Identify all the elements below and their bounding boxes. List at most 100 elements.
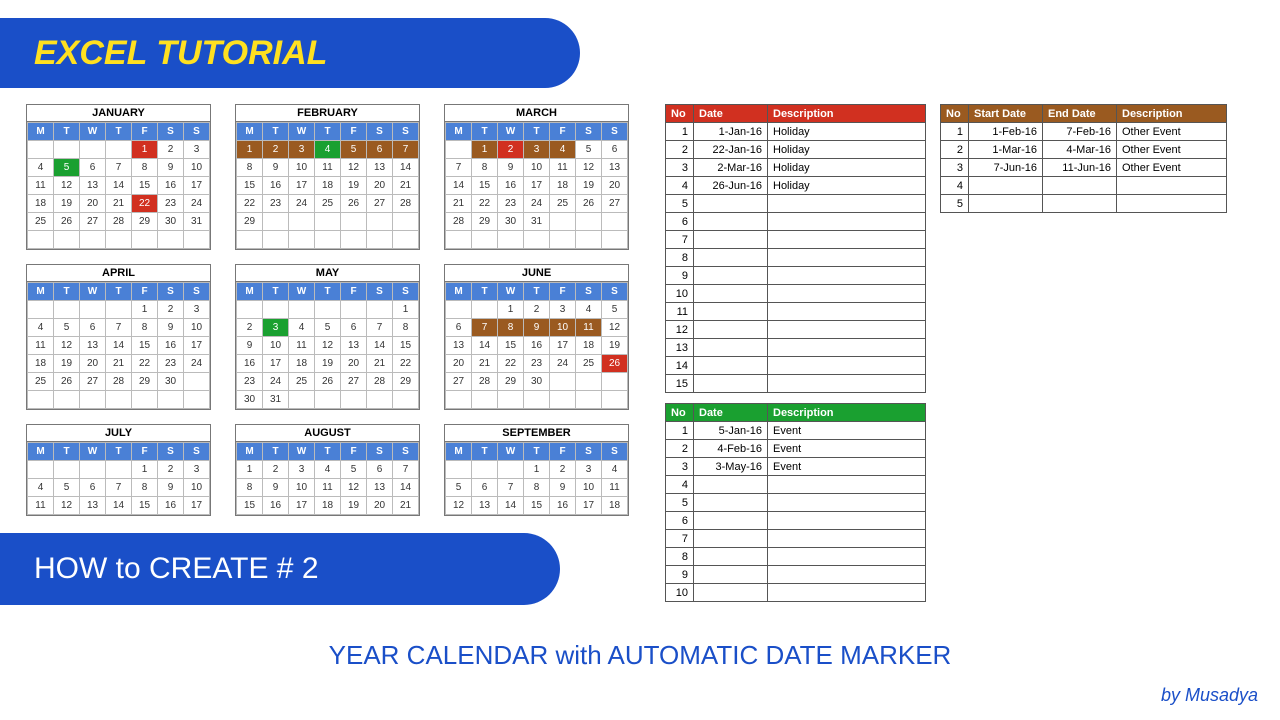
calendar-cell: 19: [602, 337, 628, 355]
calendar-cell: [602, 373, 628, 391]
table-header: Description: [1117, 105, 1227, 123]
calendar-cell: [576, 391, 602, 409]
table-cell: 1-Mar-16: [969, 141, 1043, 159]
day-header: W: [80, 283, 106, 301]
calendar-cell: 20: [341, 355, 367, 373]
calendar-cell: 22: [393, 355, 419, 373]
table-row: 12: [666, 321, 926, 339]
calendar-cell: 16: [550, 497, 576, 515]
calendar-cell: 23: [158, 355, 184, 373]
calendar-cell: 21: [106, 355, 132, 373]
day-header: M: [237, 123, 263, 141]
calendar-cell: 11: [550, 159, 576, 177]
calendar-cell: 20: [446, 355, 472, 373]
calendar-cell: 6: [602, 141, 628, 159]
day-header: T: [54, 443, 80, 461]
calendar-cell: 5: [315, 319, 341, 337]
calendar-cell: [80, 391, 106, 409]
calendar-cell: 13: [367, 159, 393, 177]
table-row: 11-Jan-16Holiday: [666, 123, 926, 141]
day-header: F: [341, 283, 367, 301]
calendar-cell: 18: [28, 355, 54, 373]
table-cell: 9: [666, 267, 694, 285]
calendar-cell: [602, 391, 628, 409]
table-cell: [768, 195, 926, 213]
calendar-cell: 26: [54, 213, 80, 231]
calendar-cell: [28, 141, 54, 159]
calendar-cell: [80, 301, 106, 319]
table-cell: [768, 213, 926, 231]
calendar-cell: 26: [576, 195, 602, 213]
table-cell: Event: [768, 440, 926, 458]
day-header: F: [341, 123, 367, 141]
day-header: M: [237, 283, 263, 301]
calendar-cell: 10: [263, 337, 289, 355]
table-cell: 2-Mar-16: [694, 159, 768, 177]
calendar-cell: [472, 301, 498, 319]
calendar-cell: 2: [550, 461, 576, 479]
month-title: FEBRUARY: [236, 105, 419, 122]
calendar-cell: 24: [184, 195, 210, 213]
calendar-cell: 6: [80, 479, 106, 497]
calendar-cell: [472, 231, 498, 249]
calendar-cell: 21: [446, 195, 472, 213]
table-cell: 2: [666, 141, 694, 159]
table-cell: Holiday: [768, 177, 926, 195]
calendar-cell: 4: [576, 301, 602, 319]
calendar-cell: 8: [132, 479, 158, 497]
month-title: MARCH: [445, 105, 628, 122]
calendar-cell: 7: [393, 141, 419, 159]
calendar-cell: 5: [576, 141, 602, 159]
day-header: T: [263, 123, 289, 141]
calendar-cell: 13: [602, 159, 628, 177]
calendar-cell: 19: [576, 177, 602, 195]
calendar-cell: 11: [315, 479, 341, 497]
calendar-cell: [184, 373, 210, 391]
calendar-cell: 18: [315, 497, 341, 515]
calendar-cell: 21: [472, 355, 498, 373]
calendar-cell: 5: [54, 159, 80, 177]
calendar-cell: [106, 141, 132, 159]
table-row: 5: [941, 195, 1227, 213]
day-header: M: [446, 123, 472, 141]
month-title: MAY: [236, 265, 419, 282]
table-cell: Holiday: [768, 141, 926, 159]
day-header: T: [472, 443, 498, 461]
calendar-cell: [446, 391, 472, 409]
day-header: W: [289, 123, 315, 141]
calendar-cell: 28: [472, 373, 498, 391]
table-row: 7: [666, 530, 926, 548]
calendar-cell: 14: [393, 159, 419, 177]
calendar-cell: 25: [550, 195, 576, 213]
day-header: M: [446, 283, 472, 301]
month-title: APRIL: [27, 265, 210, 282]
calendar-cell: 4: [28, 159, 54, 177]
calendar-cell: 8: [472, 159, 498, 177]
month-title: JULY: [27, 425, 210, 442]
calendar-cell: 5: [54, 319, 80, 337]
table-row: 8: [666, 548, 926, 566]
calendar-cell: 9: [263, 159, 289, 177]
table-cell: [768, 512, 926, 530]
calendar-cell: 29: [393, 373, 419, 391]
calendar-cell: 27: [341, 373, 367, 391]
day-header: T: [263, 443, 289, 461]
table-header: Date: [694, 105, 768, 123]
day-header: W: [80, 123, 106, 141]
calendar-cell: 22: [498, 355, 524, 373]
calendar-cell: [393, 391, 419, 409]
calendar-cell: 23: [158, 195, 184, 213]
calendar-cell: 5: [446, 479, 472, 497]
calendar-cell: 31: [524, 213, 550, 231]
calendar-cell: 4: [602, 461, 628, 479]
month-march: MARCHMTWTFSS1234567891011121314151617181…: [444, 104, 629, 250]
calendar-cell: 12: [576, 159, 602, 177]
calendar-cell: 15: [132, 337, 158, 355]
calendar-cell: 4: [289, 319, 315, 337]
calendar-cell: [446, 461, 472, 479]
calendar-cell: 10: [184, 319, 210, 337]
table-cell: [768, 339, 926, 357]
calendar-cell: 10: [524, 159, 550, 177]
calendar-cell: 30: [498, 213, 524, 231]
calendar-cell: 13: [80, 177, 106, 195]
